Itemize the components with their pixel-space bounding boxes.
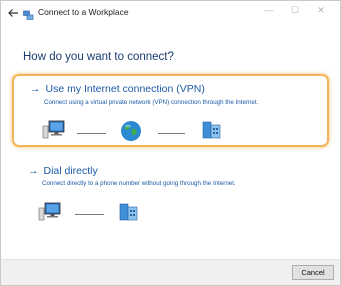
back-arrow-icon[interactable] bbox=[7, 7, 19, 19]
connect-to-workplace-window: Connect to a Workplace — ☐ ✕ How do you … bbox=[0, 0, 341, 286]
window-title: Connect to a Workplace bbox=[38, 7, 129, 17]
maximize-button[interactable]: ☐ bbox=[282, 4, 308, 16]
vpn-option-description: Connect using a virtual private network … bbox=[44, 99, 259, 106]
connection-line bbox=[77, 133, 106, 134]
workplace-building-icon bbox=[119, 202, 141, 227]
network-icon bbox=[23, 8, 34, 20]
dial-directly-option[interactable]: → Dial directly Connect directly to a pho… bbox=[12, 162, 325, 232]
dial-option-title: Dial directly bbox=[43, 165, 98, 177]
vpn-option-title-row: → Use my Internet connection (VPN) bbox=[30, 83, 205, 95]
connection-line bbox=[75, 214, 104, 215]
workplace-building-icon bbox=[202, 120, 224, 145]
arrow-right-icon: → bbox=[28, 165, 39, 177]
arrow-right-icon: → bbox=[30, 83, 41, 95]
globe-icon bbox=[120, 120, 142, 147]
cancel-button[interactable]: Cancel bbox=[292, 265, 334, 280]
computer-icon bbox=[42, 120, 66, 145]
window-controls: — ☐ ✕ bbox=[256, 4, 334, 16]
footer-bar: Cancel bbox=[1, 259, 340, 285]
page-heading: How do you want to connect? bbox=[23, 51, 174, 63]
vpn-option-title: Use my Internet connection (VPN) bbox=[45, 83, 205, 95]
title-bar: Connect to a Workplace — ☐ ✕ bbox=[1, 1, 340, 27]
close-button[interactable]: ✕ bbox=[308, 4, 334, 16]
connection-line bbox=[158, 133, 185, 134]
dial-option-title-row: → Dial directly bbox=[28, 165, 98, 177]
vpn-option[interactable]: → Use my Internet connection (VPN) Connec… bbox=[12, 74, 329, 147]
minimize-button[interactable]: — bbox=[256, 4, 282, 16]
computer-icon bbox=[38, 202, 62, 227]
dial-option-description: Connect directly to a phone number witho… bbox=[42, 180, 236, 187]
